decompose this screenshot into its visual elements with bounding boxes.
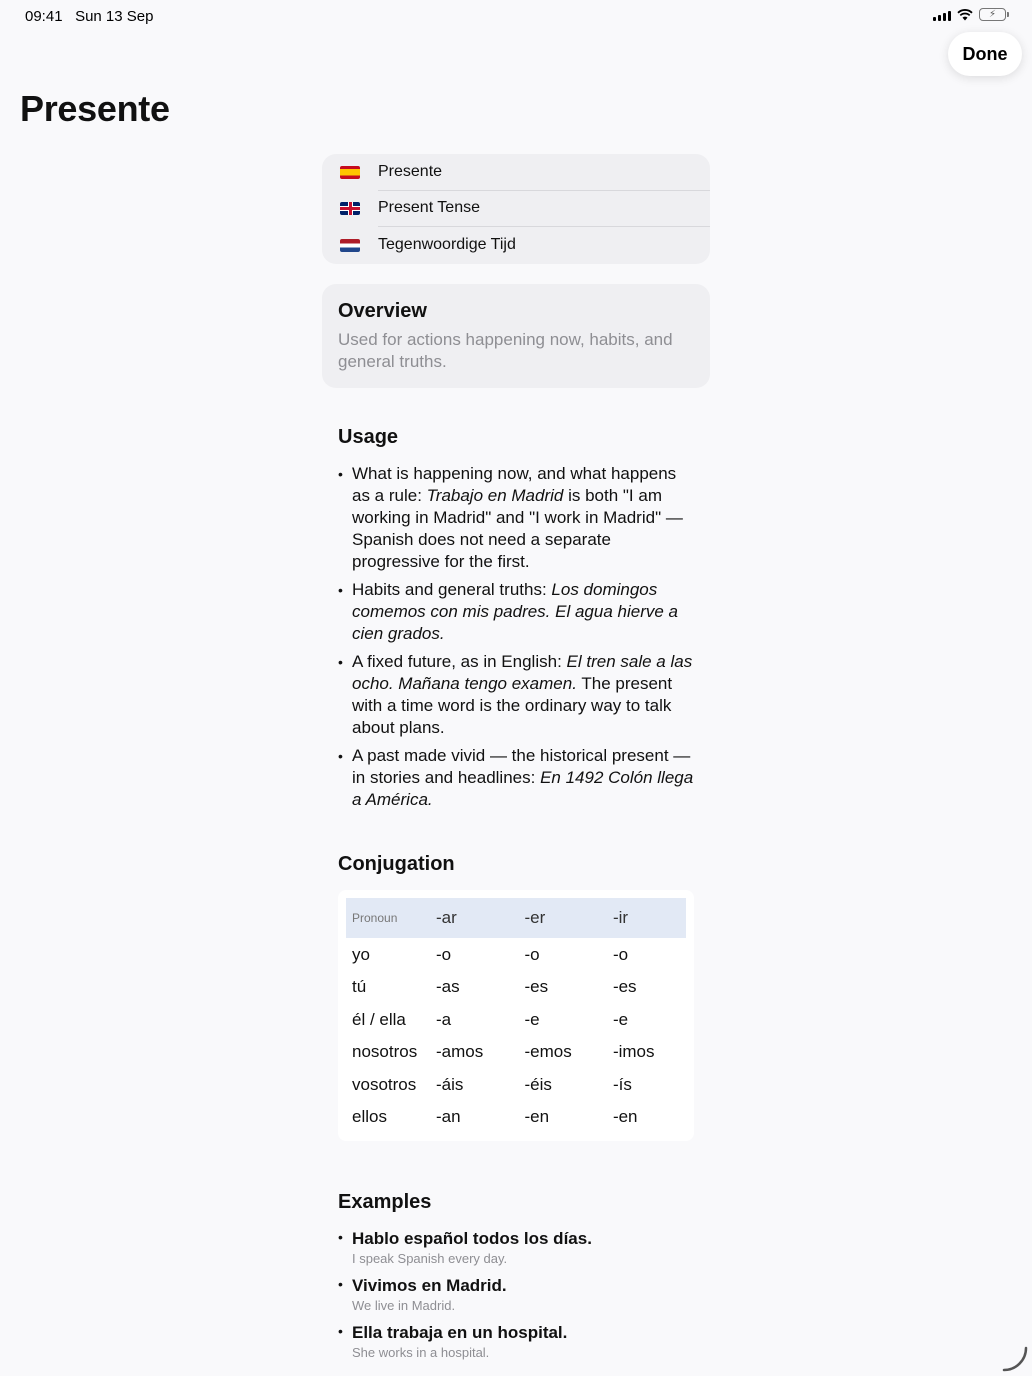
- example-sentence: Ella trabaja en un hospital.: [352, 1323, 568, 1343]
- ending-cell: -o: [524, 944, 540, 964]
- ending-cell: -a: [436, 1009, 452, 1029]
- flag-cell: [322, 238, 378, 252]
- battery-charging-icon: ⚡: [979, 8, 1009, 21]
- ending-cell: -en: [524, 1107, 550, 1127]
- flag-cell: [322, 202, 378, 216]
- ending-cell: -en: [612, 1107, 638, 1127]
- ending-cell: -e: [524, 1009, 540, 1029]
- ending-cell: -es: [612, 977, 637, 997]
- usage-text: A fixed future, as in English:: [352, 652, 567, 672]
- status-time: 09:41 Sun 13 Sep: [25, 8, 153, 25]
- translation-label: Presente: [378, 154, 710, 191]
- example-translation: She works in a hospital.: [352, 1345, 490, 1361]
- table-row: vosotros -áis -éis -ís: [346, 1068, 686, 1101]
- example-translation: We live in Madrid.: [352, 1298, 456, 1314]
- page-title: Presente: [20, 88, 170, 129]
- table-row: yo -o -o -o: [346, 938, 686, 971]
- wifi-icon: [957, 8, 973, 20]
- table-row: él / ella -a -e -e: [346, 1003, 686, 1036]
- flag-cell: [322, 165, 378, 179]
- ending-cell: -es: [524, 977, 549, 997]
- ending-cell: -emos: [524, 1042, 572, 1062]
- pronoun-cell: él / ella: [352, 1009, 406, 1029]
- content-column: Presente Present Tense Tegenwoordige Tijd …: [322, 154, 710, 1369]
- ending-cell: -an: [436, 1107, 461, 1127]
- usage-section: Usage What is happening now, and what ha…: [322, 426, 710, 812]
- example-item: Ella trabaja en un hospital. She works in…: [338, 1322, 694, 1362]
- ending-cell: -as: [436, 977, 460, 997]
- conjugation-section: Conjugation Pronoun -ar -er -ir yo -o -o -o tú -…: [322, 853, 710, 1142]
- pronoun-cell: yo: [352, 944, 370, 964]
- example-sentence: Vivimos en Madrid.: [352, 1276, 507, 1296]
- usage-item: A past made vivid — the historical prese…: [338, 745, 694, 811]
- ending-cell: -áis: [436, 1074, 464, 1094]
- translation-row: Tegenwoordige Tijd: [322, 227, 710, 264]
- spain-flag-icon: [340, 165, 360, 179]
- usage-text: Habits and general truths:: [352, 579, 552, 599]
- ending-cell: -amos: [436, 1042, 484, 1062]
- table-row: ellos -an -en -en: [346, 1101, 686, 1134]
- ending-cell: -o: [612, 944, 629, 964]
- ending-cell: -ís: [612, 1074, 632, 1094]
- usage-item: Habits and general truths: Los domingos …: [338, 579, 694, 645]
- example-phrase: Trabajo en Madrid: [426, 485, 564, 505]
- usage-item: A fixed future, as in English: El tren s…: [338, 651, 694, 739]
- ending-cell: -imos: [612, 1042, 655, 1062]
- usage-item: What is happening now, and what happens …: [338, 463, 694, 573]
- resize-handle-icon[interactable]: [1002, 1346, 1028, 1372]
- translation-label: Present Tense: [378, 191, 710, 227]
- example-translation: I speak Spanish every day.: [352, 1251, 508, 1267]
- pronoun-cell: nosotros: [352, 1042, 418, 1062]
- status-icons: ⚡: [933, 8, 1009, 21]
- overview-card: Overview Used for actions happening now,…: [322, 283, 710, 388]
- pronoun-cell: ellos: [352, 1107, 387, 1127]
- usage-list: What is happening now, and what happens …: [338, 463, 694, 812]
- translation-row: Presente: [322, 154, 710, 191]
- clock: 09:41: [25, 8, 63, 25]
- column-header: Pronoun: [352, 911, 398, 926]
- translation-label: Tegenwoordige Tijd: [378, 236, 516, 254]
- pronoun-cell: vosotros: [352, 1074, 417, 1094]
- usage-title: Usage: [338, 425, 399, 448]
- example-item: Hablo español todos los días. I speak Spa…: [338, 1228, 694, 1268]
- translations-card: Presente Present Tense Tegenwoordige Tijd: [322, 154, 710, 264]
- table-row: nosotros -amos -emos -imos: [346, 1036, 686, 1069]
- pronoun-cell: tú: [352, 977, 367, 997]
- examples-list: Hablo español todos los días. I speak Spa…: [338, 1228, 694, 1362]
- translation-row: Present Tense: [322, 191, 710, 227]
- status-bar: 09:41 Sun 13 Sep ⚡: [0, 0, 1032, 32]
- column-header: -ir: [612, 908, 629, 928]
- conjugation-title: Conjugation: [338, 853, 455, 876]
- uk-flag-icon: [340, 202, 360, 216]
- ending-cell: -e: [612, 1009, 629, 1029]
- overview-title: Overview: [338, 299, 427, 322]
- done-button[interactable]: Done: [948, 32, 1022, 76]
- overview-text: Used for actions happening now, habits, …: [338, 329, 673, 371]
- ending-cell: -éis: [524, 1074, 552, 1094]
- example-sentence: Hablo español todos los días.: [352, 1229, 592, 1249]
- cellular-signal-icon: [933, 9, 951, 21]
- examples-section: Examples Hablo español todos los días. I …: [322, 1191, 710, 1362]
- examples-title: Examples: [338, 1191, 432, 1214]
- netherlands-flag-icon: [340, 238, 360, 252]
- conjugation-table: Pronoun -ar -er -ir yo -o -o -o tú -as -es -es él /…: [338, 890, 694, 1142]
- ending-cell: -o: [436, 944, 452, 964]
- table-row: tú -as -es -es: [346, 971, 686, 1004]
- column-header: -ar: [436, 908, 457, 928]
- example-item: Vivimos en Madrid. We live in Madrid.: [338, 1275, 694, 1315]
- date: Sun 13 Sep: [75, 8, 154, 25]
- column-header: -er: [524, 908, 546, 928]
- table-header-row: Pronoun -ar -er -ir: [346, 898, 686, 939]
